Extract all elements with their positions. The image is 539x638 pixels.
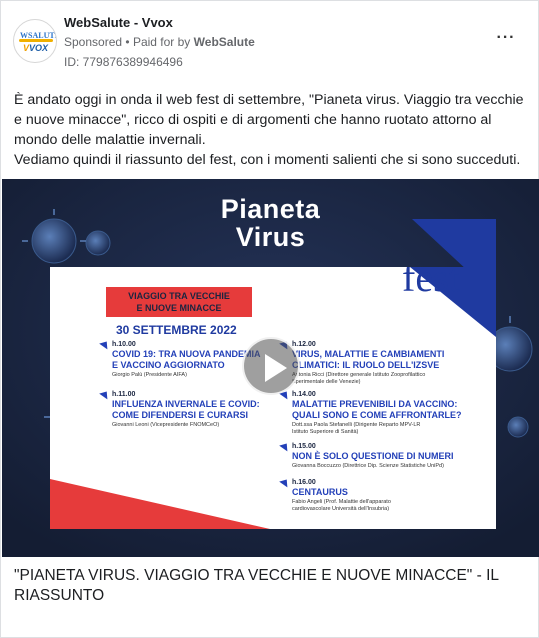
more-horizontal-icon: ··· xyxy=(496,29,516,46)
paid-for-by-label: Paid for by xyxy=(132,35,191,49)
body-paragraph: È andato oggi in onda il web fest di set… xyxy=(14,92,524,148)
avatar[interactable]: WSALUTE VVOX xyxy=(13,19,57,63)
video-media[interactable]: Pianeta Virus fest VIAGGIO TRA VECCHIE E… xyxy=(2,179,539,557)
avatar-logo-swoosh xyxy=(19,39,53,42)
more-options-button[interactable]: ··· xyxy=(495,29,517,51)
page-name-link[interactable]: WebSalute - Vvox xyxy=(64,15,173,30)
play-button[interactable] xyxy=(242,337,300,395)
event-date: 30 SETTEMBRE 2022 xyxy=(116,323,237,337)
avatar-logo-text-vox: VVOX xyxy=(23,43,49,53)
event-item: h.12.00 VIRUS, MALATTIE E CAMBIAMENTI CLI… xyxy=(279,338,482,386)
sponsored-label[interactable]: Sponsored xyxy=(64,35,122,49)
play-icon xyxy=(265,354,287,382)
separator-dot: • xyxy=(125,35,130,49)
event-item: h.14.00 MALATTIE PREVENIBILI DA VACCINO:… xyxy=(279,388,482,436)
post-caption-headline[interactable]: "PIANETA VIRUS. VIAGGIO TRA VECCHIE E NU… xyxy=(14,566,529,606)
event-item: h.16.00 CENTAURUS Fabio Angeli (Prof. Ma… xyxy=(279,476,482,513)
event-item: h.15.00 NON È SOLO QUESTIONE DI NUMERI G… xyxy=(279,440,482,470)
event-item: h.11.00 INFLUENZA INVERNALE E COVID: COME… xyxy=(99,388,302,429)
fest-word: fest xyxy=(402,267,460,300)
poster-panel: fest VIAGGIO TRA VECCHIE E NUOVE MINACCE… xyxy=(50,267,496,529)
poster-title: Pianeta Virus xyxy=(220,194,321,252)
ad-card: WSALUTE VVOX WebSalute - Vvox Sponsored … xyxy=(0,0,539,638)
post-header: WSALUTE VVOX WebSalute - Vvox Sponsored … xyxy=(1,1,538,81)
post-body-text: È andato oggi in onda il web fest di set… xyxy=(14,90,530,170)
subtitle-box: VIAGGIO TRA VECCHIE E NUOVE MINACCE xyxy=(106,287,252,317)
sponsored-line: Sponsored • Paid for by WebSalute xyxy=(64,35,255,49)
ad-id: ID: 779876389946496 xyxy=(64,55,183,69)
body-paragraph: Vediamo quindi il riassunto del fest, co… xyxy=(14,152,521,168)
paid-for-by-name: WebSalute xyxy=(193,35,255,49)
